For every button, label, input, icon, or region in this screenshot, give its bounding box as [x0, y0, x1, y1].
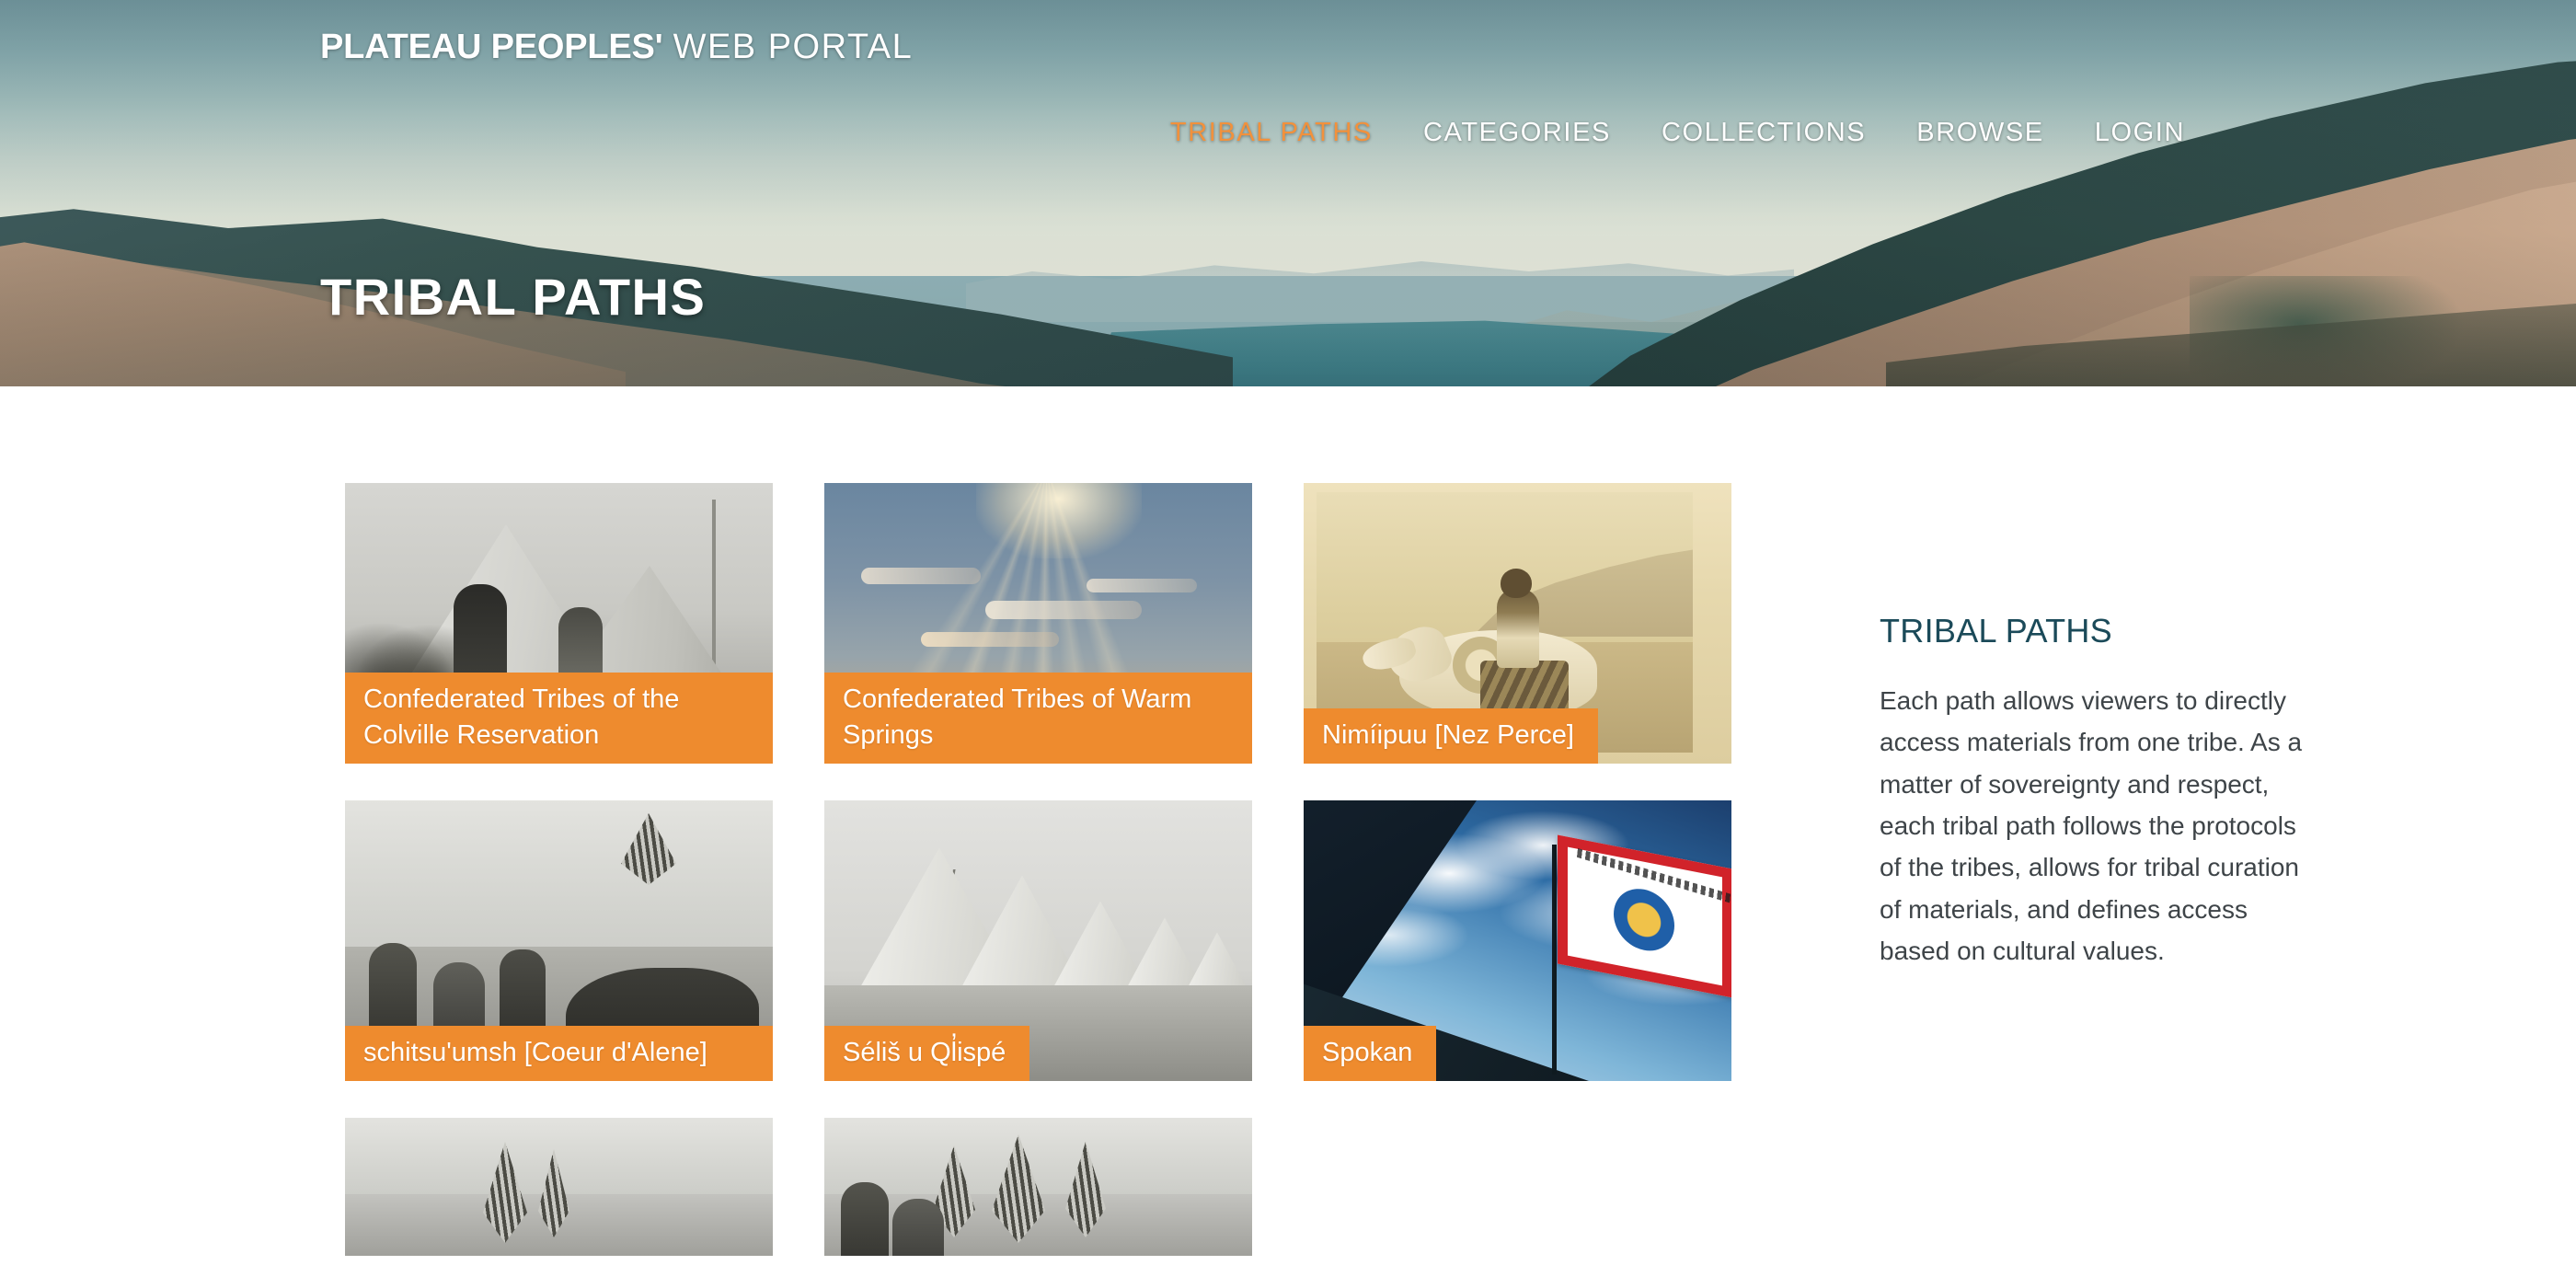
card-label: Spokan: [1304, 1025, 1437, 1081]
nav-item-categories[interactable]: CATEGORIES: [1423, 118, 1611, 148]
nav-item-login[interactable]: LOGIN: [2095, 118, 2185, 148]
tribal-path-card[interactable]: [345, 1118, 773, 1256]
site-logo-bold: PLATEAU PEOPLES': [320, 28, 663, 66]
right-gutter: [2340, 483, 2576, 1256]
tribal-path-card[interactable]: Spokan: [1304, 800, 1731, 1081]
card-label: Nimíipuu [Nez Perce]: [1304, 707, 1598, 764]
main-navigation[interactable]: TRIBAL PATHS CATEGORIES COLLECTIONS BROW…: [1170, 118, 2185, 148]
tribal-path-card[interactable]: Confederated Tribes of Warm Springs: [824, 483, 1252, 764]
tribal-path-card[interactable]: Séliš u Ql̓ispé: [824, 800, 1252, 1081]
site-logo-light: WEB PORTAL: [673, 28, 914, 66]
tribal-path-card[interactable]: schitsu'umsh [Coeur d'Alene]: [345, 800, 773, 1081]
card-image-partial-antlers: [345, 1118, 773, 1256]
page-title: TRIBAL PATHS: [320, 268, 707, 326]
card-image-partial-headdresses: [824, 1118, 1252, 1256]
tribal-path-card[interactable]: Nimíipuu [Nez Perce]: [1304, 483, 1731, 764]
hero-banner: PLATEAU PEOPLES' WEB PORTAL TRIBAL PATHS…: [0, 0, 2576, 386]
card-label: Confederated Tribes of the Colville Rese…: [345, 673, 773, 764]
card-label: Confederated Tribes of Warm Springs: [824, 673, 1252, 764]
tribal-path-card[interactable]: [824, 1118, 1252, 1256]
tribal-paths-grid: Confederated Tribes of the Colville Rese…: [345, 483, 1734, 1256]
tribal-paths-info-panel: TRIBAL PATHS Each path allows viewers to…: [1880, 483, 2340, 1256]
sidebar-heading: TRIBAL PATHS: [1880, 612, 2112, 650]
nav-item-browse[interactable]: BROWSE: [1916, 118, 2044, 148]
card-label: Séliš u Ql̓ispé: [824, 1025, 1030, 1081]
sidebar-description: Each path allows viewers to directly acc…: [1880, 686, 2303, 966]
card-label: schitsu'umsh [Coeur d'Alene]: [345, 1025, 773, 1081]
main-content: Confederated Tribes of the Colville Rese…: [0, 386, 2576, 1288]
site-logo[interactable]: PLATEAU PEOPLES' WEB PORTAL: [320, 28, 913, 67]
tribal-path-card[interactable]: Confederated Tribes of the Colville Rese…: [345, 483, 773, 764]
nav-item-tribal-paths[interactable]: TRIBAL PATHS: [1170, 118, 1373, 148]
nav-item-collections[interactable]: COLLECTIONS: [1662, 118, 1866, 148]
